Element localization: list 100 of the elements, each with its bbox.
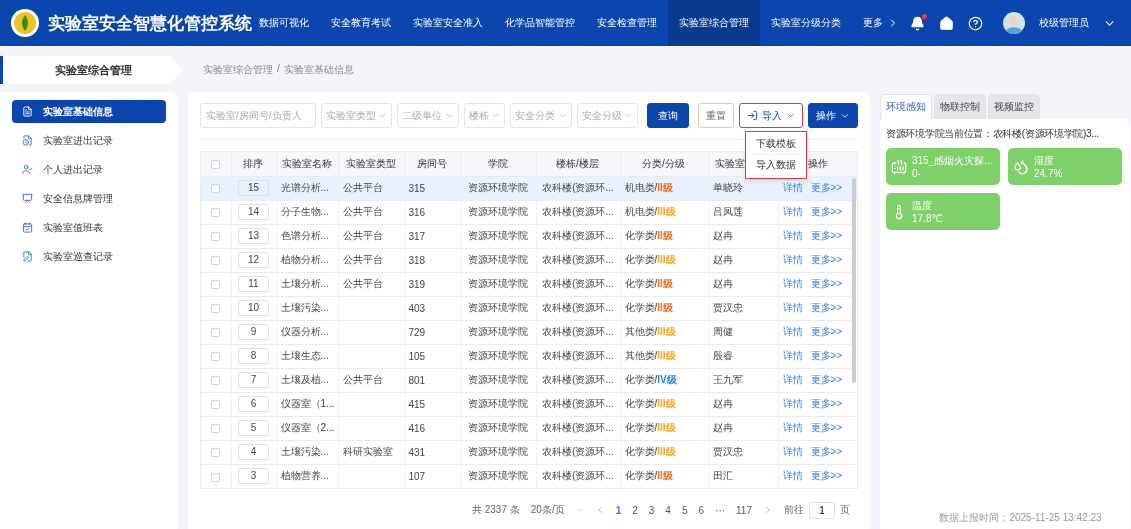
more-link[interactable]: 更多>> bbox=[810, 326, 843, 337]
nav-tab[interactable]: 实验室分级分类 bbox=[760, 0, 852, 46]
row-checkbox[interactable] bbox=[211, 280, 221, 290]
detail-link[interactable]: 详情 bbox=[782, 278, 803, 289]
sidebar-item[interactable]: 实验室值班表 bbox=[12, 216, 166, 239]
table-row[interactable]: 5 仪器室（2... 416 资源环境学院 农科楼(资源环... 化学类/III级 赵冉 详情 更多>> bbox=[201, 416, 857, 440]
help-icon[interactable] bbox=[968, 15, 983, 31]
order-field[interactable]: 12 bbox=[238, 252, 269, 268]
table-row[interactable]: 14 分子生物... 公共平台 316 资源环境学院 农科楼(资源环... 机电类/III级 吕凤莲 详情 更多>> bbox=[201, 200, 857, 224]
detail-link[interactable]: 详情 bbox=[782, 398, 803, 409]
order-field[interactable]: 11 bbox=[238, 276, 269, 292]
detail-link[interactable]: 详情 bbox=[782, 206, 803, 217]
home-icon[interactable] bbox=[939, 15, 954, 31]
more-link[interactable]: 更多>> bbox=[810, 206, 843, 217]
detail-link[interactable]: 详情 bbox=[782, 230, 803, 241]
table-row[interactable]: 3 植物营养... 107 资源环境学院 农科楼(资源环... 化学类/II级 田汇 详情 更多>> bbox=[201, 464, 857, 488]
order-field[interactable]: 13 bbox=[238, 228, 269, 244]
more-link[interactable]: 更多>> bbox=[810, 398, 843, 409]
order-field[interactable]: 5 bbox=[238, 420, 269, 436]
page-number[interactable]: 5 bbox=[681, 504, 688, 516]
detail-link[interactable]: 详情 bbox=[782, 470, 803, 482]
detail-link[interactable]: 详情 bbox=[782, 350, 803, 361]
detail-link[interactable]: 详情 bbox=[782, 182, 803, 193]
more-link[interactable]: 更多>> bbox=[810, 230, 843, 241]
detail-link[interactable]: 详情 bbox=[782, 446, 803, 457]
order-field[interactable]: 15 bbox=[238, 180, 269, 196]
row-checkbox[interactable] bbox=[211, 304, 221, 314]
order-field[interactable]: 7 bbox=[238, 372, 269, 388]
row-checkbox[interactable] bbox=[211, 400, 221, 410]
row-checkbox[interactable] bbox=[211, 328, 221, 338]
panel-tab[interactable]: 环境感知 bbox=[880, 94, 932, 119]
sidebar-item[interactable]: 安全信息牌管理 bbox=[12, 187, 166, 210]
more-link[interactable]: 更多>> bbox=[810, 254, 843, 265]
order-field[interactable]: 14 bbox=[238, 204, 269, 220]
avatar-icon[interactable] bbox=[1003, 12, 1025, 34]
row-checkbox[interactable] bbox=[211, 352, 221, 362]
page-number[interactable]: 1 bbox=[615, 504, 622, 516]
row-checkbox[interactable] bbox=[211, 184, 221, 194]
more-menu[interactable]: 更多 bbox=[852, 0, 910, 46]
table-row[interactable]: 6 仪器室（1... 415 资源环境学院 农科楼(资源环... 化学类/III级 赵冉 详情 更多>> bbox=[201, 392, 857, 416]
menu-item[interactable]: 导入数据 bbox=[752, 155, 800, 176]
page-number[interactable]: 3 bbox=[648, 504, 655, 516]
page-number[interactable]: 2 bbox=[632, 504, 638, 516]
more-link[interactable]: 更多>> bbox=[810, 470, 843, 482]
nav-tab[interactable]: 安全检查管理 bbox=[586, 0, 668, 46]
sidebar-item[interactable]: 实验室基础信息 bbox=[12, 100, 166, 123]
more-link[interactable]: 更多>> bbox=[810, 278, 843, 289]
order-field[interactable]: 8 bbox=[238, 348, 269, 364]
detail-link[interactable]: 详情 bbox=[782, 422, 803, 433]
row-checkbox[interactable] bbox=[211, 424, 221, 434]
sidebar-item[interactable]: 实验室巡查记录 bbox=[12, 245, 166, 268]
sidebar-item[interactable]: 实验室进出记录 bbox=[12, 129, 166, 152]
table-row[interactable]: 7 土壤及植... 公共平台 801 资源环境学院 农科楼(资源环... 化学类/IV级 王九军 详情 更多>> bbox=[201, 368, 857, 392]
more-link[interactable]: 更多>> bbox=[810, 350, 843, 361]
detail-link[interactable]: 详情 bbox=[782, 254, 803, 265]
row-checkbox[interactable] bbox=[211, 448, 221, 458]
nav-tab[interactable]: 实验室综合管理 bbox=[668, 0, 760, 46]
detail-link[interactable]: 详情 bbox=[782, 326, 803, 337]
detail-link[interactable]: 详情 bbox=[782, 374, 803, 385]
import-button[interactable]: 导入 bbox=[739, 103, 804, 128]
next-page-icon[interactable] bbox=[763, 505, 773, 515]
row-checkbox[interactable] bbox=[211, 472, 221, 482]
detail-link[interactable]: 详情 bbox=[782, 302, 803, 313]
actions-button[interactable]: 操作 bbox=[808, 103, 859, 128]
table-row[interactable]: 9 仪器分析... 729 资源环境学院 农科楼(资源环... 其他类/III级 周健 详情 更多>> bbox=[201, 320, 857, 344]
query-button[interactable]: 查询 bbox=[647, 103, 690, 128]
table-row[interactable]: 11 土壤分析... 公共平台 319 资源环境学院 农科楼(资源环... 化学类/II级 赵冉 详情 更多>> bbox=[201, 272, 857, 296]
order-field[interactable]: 3 bbox=[238, 468, 269, 485]
page-number[interactable]: 6 bbox=[698, 504, 705, 516]
sidebar-item[interactable]: 个人进出记录 bbox=[12, 158, 166, 181]
more-link[interactable]: 更多>> bbox=[810, 446, 843, 457]
order-field[interactable]: 6 bbox=[238, 396, 269, 412]
page-number[interactable]: 117 bbox=[736, 504, 752, 516]
row-checkbox[interactable] bbox=[211, 208, 221, 218]
table-row[interactable]: 15 光谱分析... 公共平台 315 资源环境学院 农科楼(资源环... 机电类/II级 单晓玲 详情 更多>> bbox=[201, 176, 857, 200]
nav-tab[interactable]: 安全教育考试 bbox=[320, 0, 402, 46]
panel-tab[interactable]: 视频监控 bbox=[988, 94, 1040, 119]
order-field[interactable]: 10 bbox=[238, 300, 269, 316]
nav-tab[interactable]: 实验室安全准入 bbox=[402, 0, 494, 46]
page-number[interactable]: 4 bbox=[665, 504, 671, 516]
page-size-select[interactable]: 20条/页 bbox=[530, 503, 584, 517]
table-row[interactable]: 13 色谱分析... 公共平台 317 资源环境学院 农科楼(资源环... 化学类/II级 赵冉 详情 更多>> bbox=[201, 224, 857, 248]
search-field[interactable]: 实验室/房间号/负责人 bbox=[200, 103, 316, 128]
breadcrumb-item[interactable]: 实验室综合管理 bbox=[203, 63, 273, 77]
bell-icon[interactable] bbox=[910, 15, 925, 31]
user-name[interactable]: 校级管理员 bbox=[1039, 16, 1089, 30]
row-checkbox[interactable] bbox=[211, 256, 221, 266]
reset-button[interactable]: 重置 bbox=[698, 103, 735, 128]
page-number[interactable]: ··· bbox=[715, 504, 726, 516]
order-field[interactable]: 4 bbox=[238, 444, 269, 460]
table-row[interactable]: 10 土壤污染... 403 资源环境学院 农科楼(资源环... 化学类/II级 贾汉忠 详情 更多>> bbox=[201, 296, 857, 320]
more-link[interactable]: 更多>> bbox=[810, 182, 843, 193]
more-link[interactable]: 更多>> bbox=[810, 302, 843, 313]
order-field[interactable]: 9 bbox=[238, 324, 269, 340]
row-checkbox[interactable] bbox=[211, 376, 221, 386]
row-checkbox[interactable] bbox=[211, 232, 221, 242]
more-link[interactable]: 更多>> bbox=[810, 422, 843, 433]
nav-tab[interactable]: 化学品智能管控 bbox=[494, 0, 586, 46]
table-row[interactable]: 12 植物分析... 公共平台 318 资源环境学院 农科楼(资源环... 化学类/III级 赵冉 详情 更多>> bbox=[201, 248, 857, 272]
menu-item[interactable]: 下载模板 bbox=[752, 134, 800, 155]
